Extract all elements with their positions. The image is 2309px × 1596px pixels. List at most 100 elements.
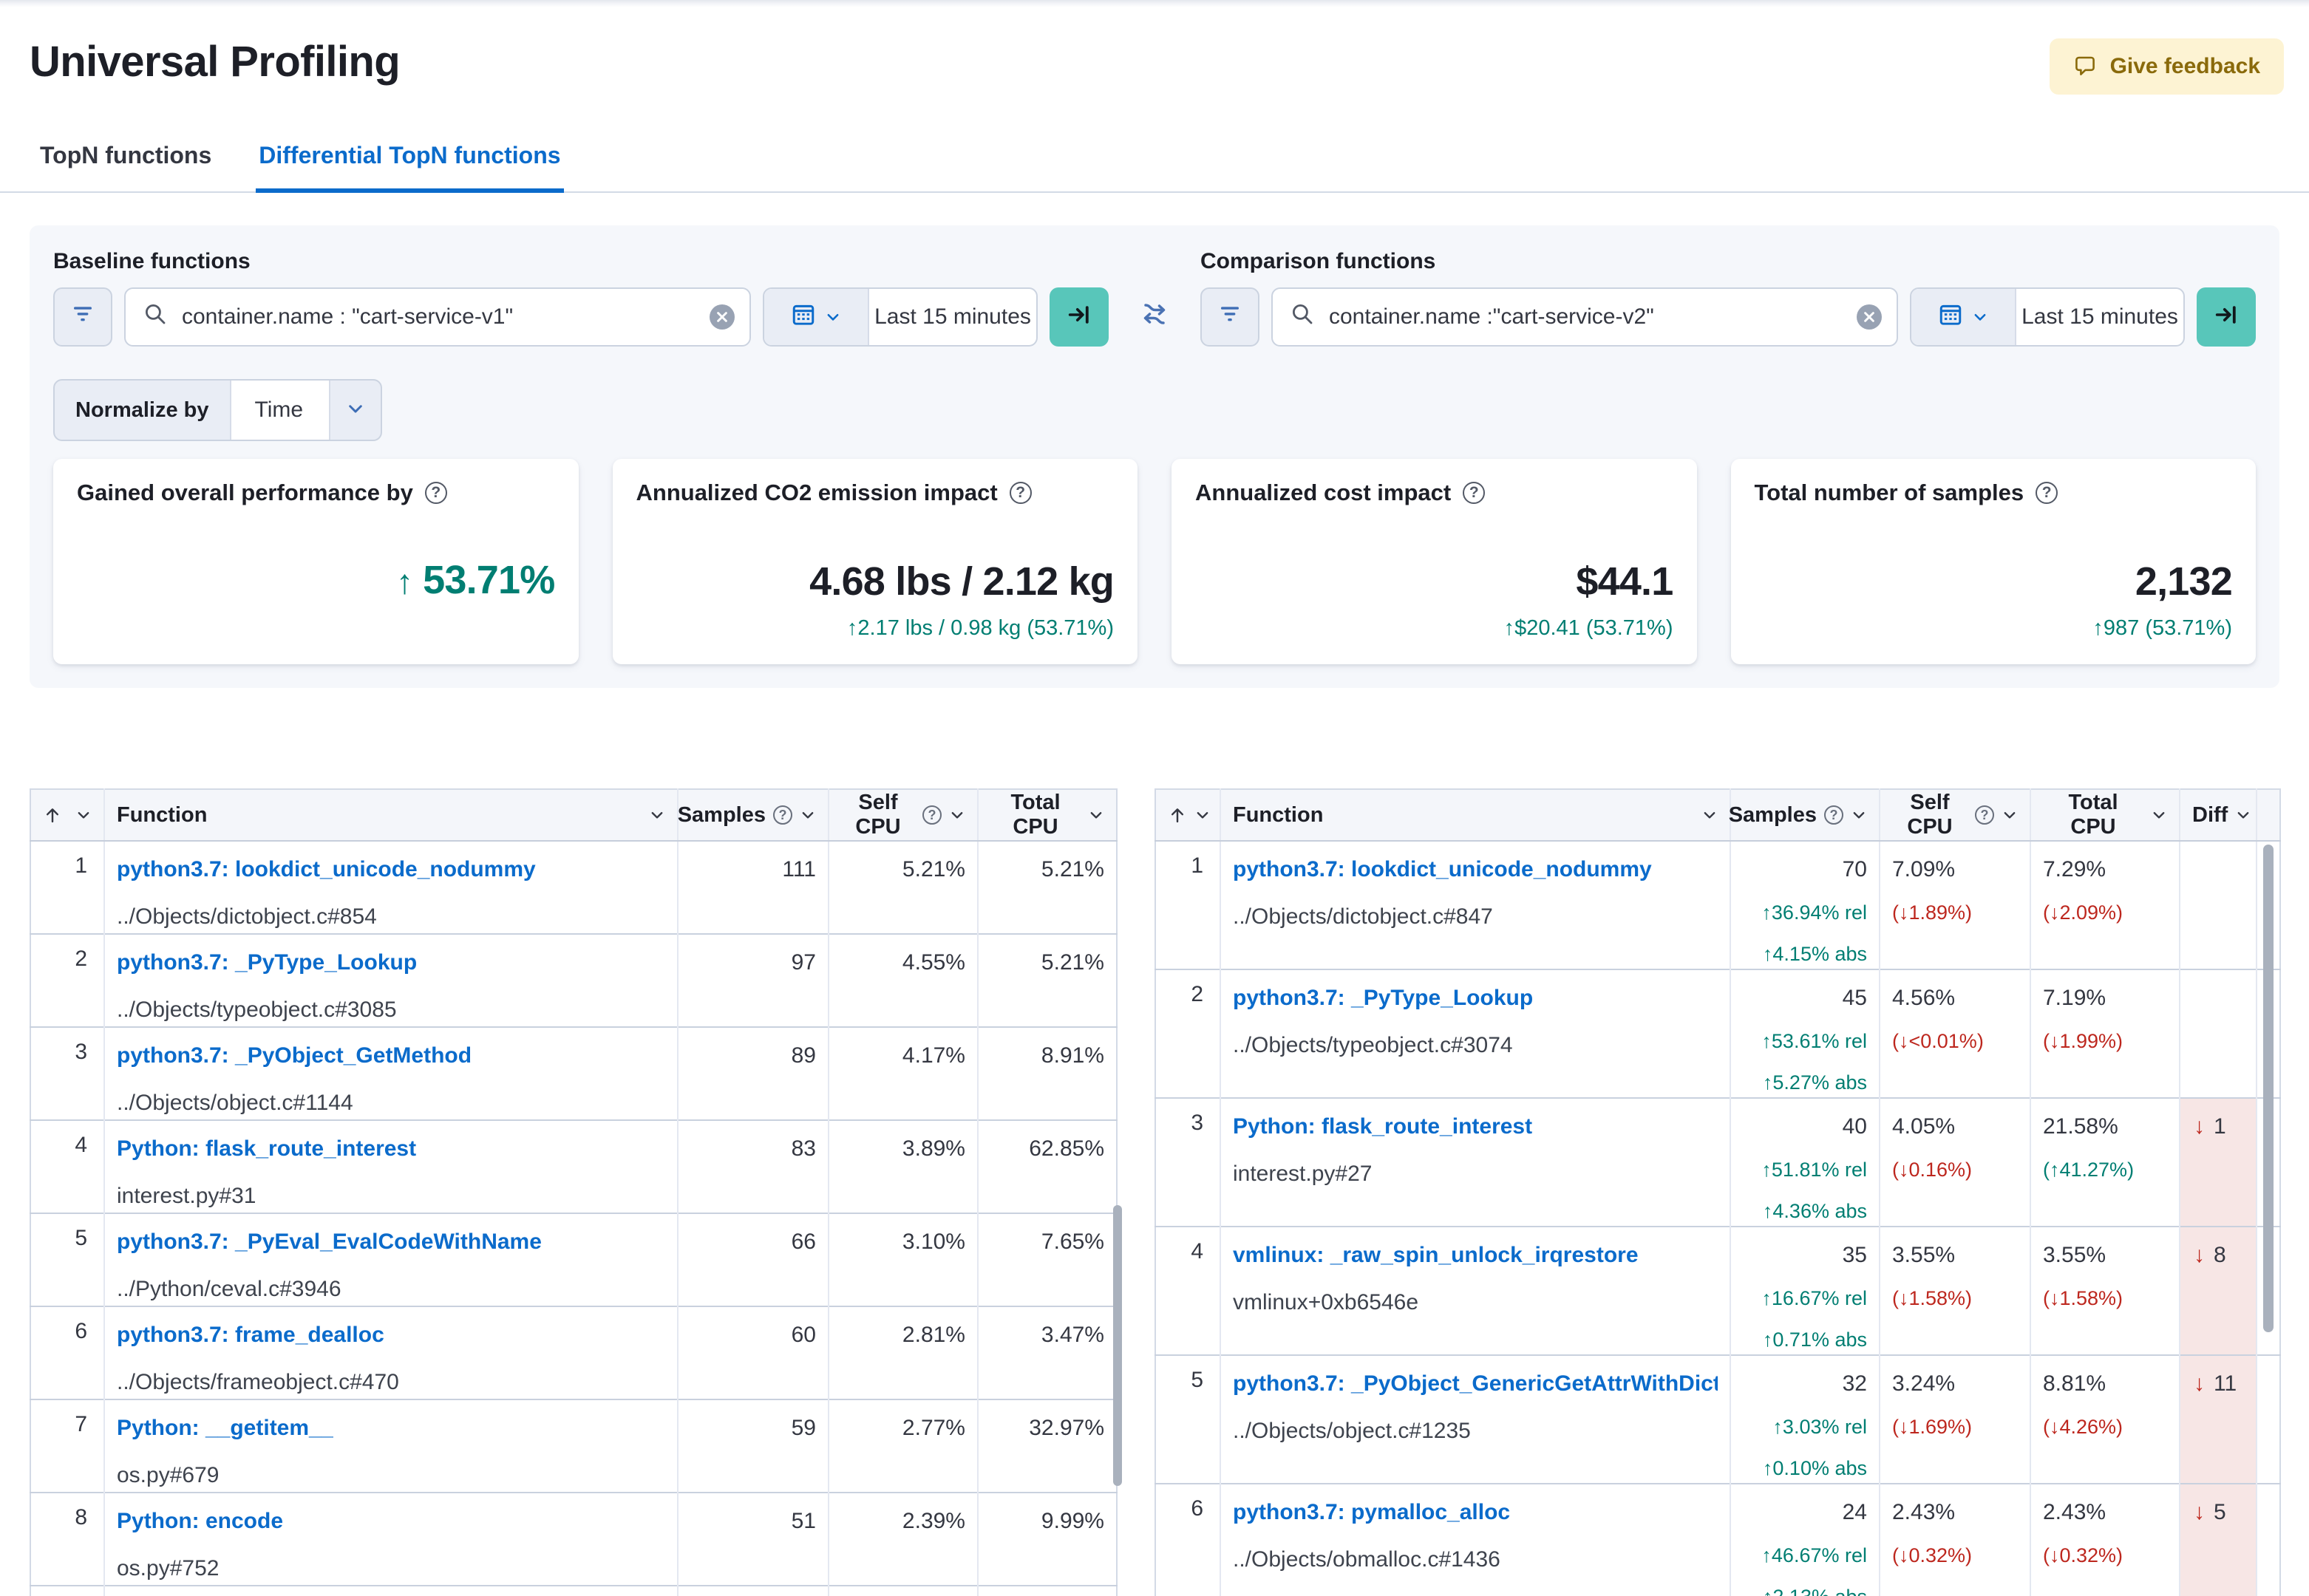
function-link[interactable]: Python: flask_route_interest (117, 1133, 416, 1165)
function-link[interactable]: Python: __getitem__ (117, 1412, 333, 1445)
table-row: 3 Python: flask_route_interest interest.… (1155, 1098, 2280, 1227)
normalize-caret-button[interactable] (328, 381, 381, 440)
swap-queries-button[interactable] (1109, 287, 1200, 347)
diff-cell: ↓ 5 (2180, 1484, 2257, 1596)
baseline-date-prepend[interactable] (764, 289, 869, 345)
self-cpu-cell: 3.89% (829, 1120, 979, 1213)
function-cell: Python: flask_route_interest interest.py… (1220, 1098, 1731, 1227)
baseline-filter-button[interactable] (53, 287, 112, 347)
comparison-update-button[interactable] (2197, 287, 2256, 347)
function-link[interactable]: python3.7: _PyObject_GetMethod (117, 1040, 472, 1072)
help-icon[interactable]: ? (773, 805, 792, 825)
baseline-date-picker[interactable]: Last 15 minutes (763, 287, 1038, 347)
function-path: ../Objects/dictobject.c#854 (117, 904, 377, 929)
help-icon[interactable]: ? (2036, 482, 2058, 504)
function-link[interactable]: python3.7: lookdict_unicode_nodummy (1233, 853, 1652, 886)
comparison-table-header: Function Samples ? Self CPU ? Total CPU … (1155, 789, 2280, 842)
chevron-down-icon[interactable] (1851, 807, 1867, 823)
help-icon[interactable]: ? (424, 482, 447, 504)
chevron-down-icon[interactable] (1701, 807, 1718, 823)
chevron-down-icon[interactable] (1194, 807, 1211, 823)
help-icon[interactable]: ? (1975, 805, 1994, 825)
chevron-down-icon[interactable] (2002, 807, 2018, 823)
help-icon[interactable]: ? (922, 805, 942, 825)
comparison-date-picker[interactable]: Last 15 minutes (1910, 287, 2185, 347)
comparison-filter-button[interactable] (1200, 287, 1259, 347)
chevron-down-icon[interactable] (2235, 807, 2251, 823)
submit-arrow-icon (1066, 301, 1092, 333)
help-icon[interactable]: ? (1009, 482, 1032, 504)
baseline-table-scrollbar[interactable] (1113, 1205, 1122, 1486)
self-cpu-cell: 2.43% (↓0.32%) (1880, 1484, 2031, 1596)
column-header-rank[interactable] (1155, 789, 1221, 842)
column-header-diff[interactable]: Diff (2180, 789, 2257, 842)
column-header-self-cpu[interactable]: Self CPU ? (829, 789, 979, 842)
function-link[interactable]: Python: encode (117, 1505, 283, 1538)
samples-absolute-change: ↑0.10% abs (1762, 1457, 1867, 1479)
chevron-down-icon[interactable] (800, 807, 816, 823)
baseline-update-button[interactable] (1050, 287, 1109, 347)
column-header-function[interactable]: Function (104, 789, 679, 842)
self-cpu-delta: (↓1.69%) (1892, 1416, 1973, 1438)
sort-ascending-icon[interactable] (43, 805, 62, 825)
column-header-samples[interactable]: Samples ? (678, 789, 829, 842)
function-link[interactable]: python3.7: _PyType_Lookup (1233, 982, 1533, 1014)
chevron-down-icon[interactable] (649, 807, 665, 823)
function-link[interactable]: python3.7: _PyType_Lookup (117, 947, 417, 979)
column-header-rank[interactable] (30, 789, 105, 842)
column-header-total-cpu[interactable]: Total CPU (2030, 789, 2180, 842)
function-link[interactable]: python3.7: pymalloc_alloc (1233, 1496, 1510, 1529)
rank-cell: 6 (30, 1306, 105, 1399)
table-row: 5 python3.7: _PyEval_EvalCodeWithName ..… (30, 1213, 1117, 1306)
chevron-down-icon[interactable] (2151, 807, 2167, 823)
column-header-total-cpu[interactable]: Total CPU (978, 789, 1117, 842)
function-cell: Python: encode os.py#752 (104, 1493, 679, 1586)
filter-icon (1218, 302, 1242, 332)
samples-relative-change: ↑51.81% rel (1761, 1159, 1867, 1181)
comparison-table-scrollbar[interactable] (2263, 845, 2274, 1332)
samples-cell: 111 (678, 841, 829, 934)
comparison-clear-button[interactable] (1857, 304, 1882, 330)
comparison-time-range[interactable]: Last 15 minutes (2016, 289, 2183, 345)
baseline-query-input[interactable]: container.name : "cart-service-v1" (124, 287, 751, 347)
column-header-samples[interactable]: Samples ? (1729, 789, 1880, 842)
chevron-down-icon[interactable] (75, 807, 92, 823)
function-link[interactable]: vmlinux: _raw_spin_unlock_irqrestore (1233, 1239, 1639, 1272)
function-cell: python3.7: _PyEval_EvalCodeWithName ../P… (104, 1213, 679, 1306)
chevron-down-icon (346, 397, 365, 424)
normalize-by-select[interactable]: Time (231, 381, 329, 440)
self-cpu-delta: (↓0.32%) (1892, 1544, 1973, 1566)
scroll-gutter-cell (2257, 1484, 2280, 1596)
calendar-icon (1938, 301, 1963, 332)
function-link[interactable]: Python: flask_route_interest (1233, 1111, 1532, 1143)
baseline-clear-button[interactable] (710, 304, 735, 330)
chevron-down-icon[interactable] (1088, 807, 1104, 823)
total-cpu-cell: 62.85% (978, 1120, 1117, 1213)
column-header-self-cpu[interactable]: Self CPU ? (1880, 789, 2031, 842)
rank-cell: 1 (30, 841, 105, 934)
column-header-function[interactable]: Function (1220, 789, 1731, 842)
samples-cell: 66 (678, 1213, 829, 1306)
chevron-down-icon[interactable] (949, 807, 965, 823)
help-icon[interactable]: ? (1463, 482, 1486, 504)
tab-differential-topn-functions[interactable]: Differential TopN functions (256, 133, 564, 193)
function-link[interactable]: python3.7: _PyObject_GenericGetAttrWithD… (1233, 1368, 1718, 1400)
function-link[interactable]: python3.7: frame_dealloc (117, 1319, 384, 1351)
baseline-time-range[interactable]: Last 15 minutes (869, 289, 1036, 345)
rank-cell: 8 (30, 1493, 105, 1586)
sort-ascending-icon[interactable] (1168, 805, 1187, 825)
function-link[interactable]: python3.7: _PyEval_EvalCodeWithName (117, 1226, 542, 1258)
comparison-query-input[interactable]: container.name :"cart-service-v2" (1271, 287, 1898, 347)
total-cpu-delta: (↓4.26%) (2043, 1416, 2123, 1438)
help-icon[interactable]: ? (1824, 805, 1843, 825)
total-cpu-cell: 5.25% (978, 1586, 1117, 1596)
function-link[interactable]: python3.7: lookdict_unicode_nodummy (117, 853, 536, 886)
total-cpu-cell: 7.65% (978, 1213, 1117, 1306)
self-cpu-cell: 3.24% (↓1.69%) (1880, 1355, 2031, 1484)
filters-panel: Baseline functions container.name : "car… (30, 225, 2279, 688)
comparison-filter-group: Comparison functions container.name :"ca… (1200, 249, 2256, 347)
give-feedback-button[interactable]: Give feedback (2049, 38, 2284, 95)
comparison-date-prepend[interactable] (1911, 289, 2016, 345)
tab-topn-functions[interactable]: TopN functions (37, 133, 214, 193)
rank-cell: 3 (1155, 1098, 1221, 1227)
